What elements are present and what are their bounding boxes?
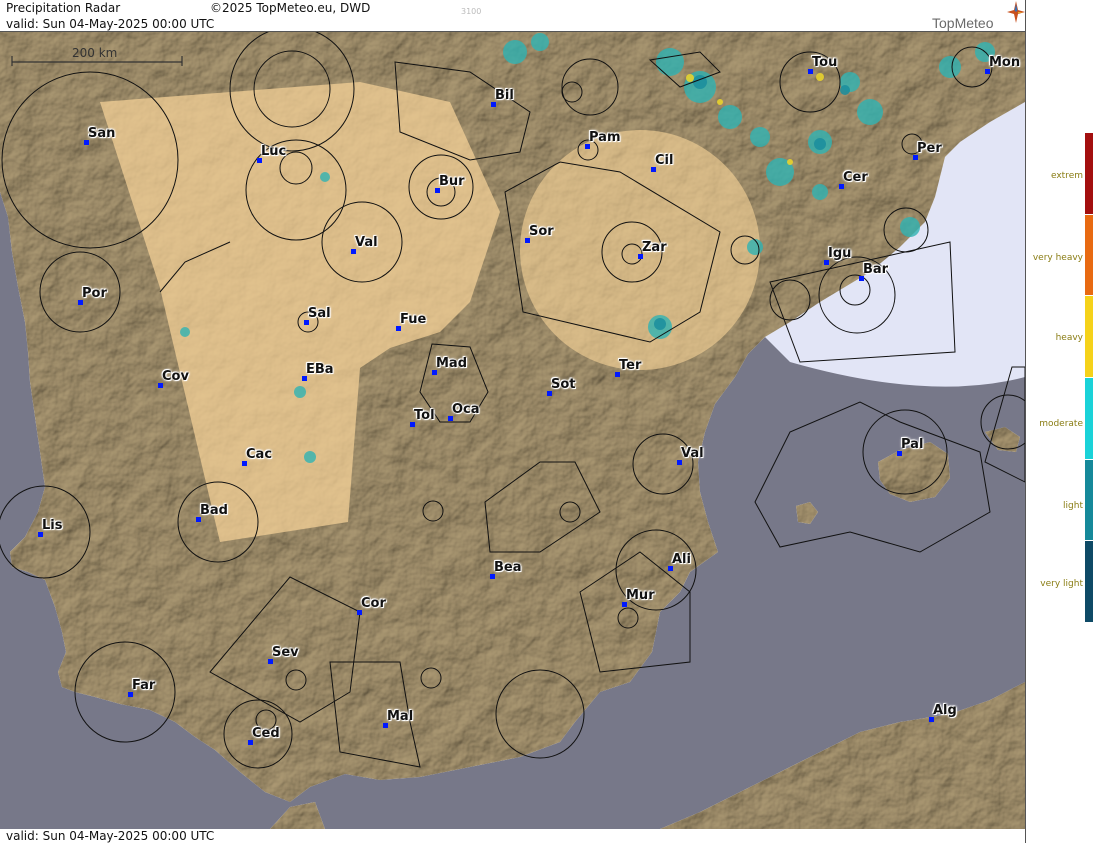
legend-swatch	[1085, 459, 1093, 541]
city-label-ced: Ced	[252, 726, 280, 741]
city-label-mad: Mad	[436, 356, 468, 371]
map-title: Precipitation Radar	[6, 1, 121, 15]
legend-swatch	[1085, 296, 1093, 377]
city-label-ali: Ali	[672, 552, 691, 567]
radar-map[interactable]: 200 km San Luc Bil Pam Tou Mon Per Cil Bur Cer Val…	[0, 32, 1025, 829]
city-label-far: Far	[132, 678, 156, 693]
city-label-fue: Fue	[400, 312, 427, 327]
legend-label: moderate	[1039, 419, 1083, 429]
city-label-mal: Mal	[387, 709, 414, 724]
product-code: 3100	[461, 7, 482, 16]
city-label-cor: Cor	[361, 596, 386, 611]
copyright-text: ©2025 TopMeteo.eu, DWD	[210, 1, 371, 15]
radar-coverage-zaragoza	[520, 130, 760, 370]
legend-label: extrem	[1050, 171, 1083, 181]
city-label-per: Per	[917, 141, 942, 156]
city-label-cov: Cov	[162, 369, 189, 384]
city-label-bur: Bur	[439, 174, 465, 189]
city-label-mur: Mur	[626, 588, 655, 603]
legend-label: heavy	[1055, 333, 1083, 343]
legend-swatch	[1085, 214, 1093, 296]
city-label-sor: Sor	[529, 224, 554, 239]
precipitation-legend-bar	[1085, 133, 1093, 623]
legend-label: very heavy	[1032, 253, 1083, 263]
map-border-top	[0, 31, 1025, 32]
city-label-mon: Mon	[989, 55, 1021, 70]
legend-label: light	[1063, 501, 1083, 511]
topmeteo-logo: TopMeteo	[932, 15, 994, 31]
city-label-eba: EBa	[306, 362, 334, 377]
city-label-tou: Tou	[812, 55, 838, 70]
city-label-bil: Bil	[495, 88, 514, 103]
city-label-lis: Lis	[42, 518, 63, 533]
radar-map-frame: Precipitation Radar ©2025 TopMeteo.eu, D…	[0, 0, 1117, 843]
city-label-alg: Alg	[933, 703, 957, 718]
city-label-pal: Pal	[901, 437, 924, 452]
legend-swatch	[1085, 541, 1093, 622]
city-label-cer: Cer	[843, 170, 868, 185]
topmeteo-star-icon	[1007, 1, 1025, 23]
city-label-oca: Oca	[452, 402, 480, 417]
city-label-sal: Sal	[308, 306, 331, 321]
city-label-igu: Igu	[828, 246, 852, 261]
legend-label: very light	[1040, 579, 1083, 589]
city-label-luc: Luc	[261, 144, 287, 159]
city-label-sot: Sot	[551, 377, 576, 392]
city-label-tol: Tol	[414, 408, 435, 423]
city-label-bar: Bar	[863, 262, 889, 277]
valid-time-bottom: valid: Sun 04-May-2025 00:00 UTC	[6, 829, 215, 843]
city-label-ter: Ter	[619, 358, 642, 373]
city-label-zar: Zar	[642, 240, 667, 255]
map-border-right	[1025, 0, 1026, 843]
legend-swatch	[1085, 378, 1093, 459]
city-label-cac: Cac	[246, 447, 273, 462]
valid-time-top: valid: Sun 04-May-2025 00:00 UTC	[6, 17, 215, 31]
city-label-sev: Sev	[272, 645, 299, 660]
map-canvas	[0, 32, 1025, 829]
city-label-san: San	[88, 126, 116, 141]
city-label-pam: Pam	[589, 130, 621, 145]
city-label-val: Val	[355, 235, 378, 250]
scale-label: 200 km	[72, 46, 118, 60]
city-label-bea: Bea	[494, 560, 522, 575]
city-label-cil: Cil	[655, 153, 674, 168]
city-label-por: Por	[82, 286, 107, 301]
legend-swatch	[1085, 133, 1093, 214]
city-label-val: Val	[681, 446, 704, 461]
city-label-bad: Bad	[200, 503, 228, 518]
